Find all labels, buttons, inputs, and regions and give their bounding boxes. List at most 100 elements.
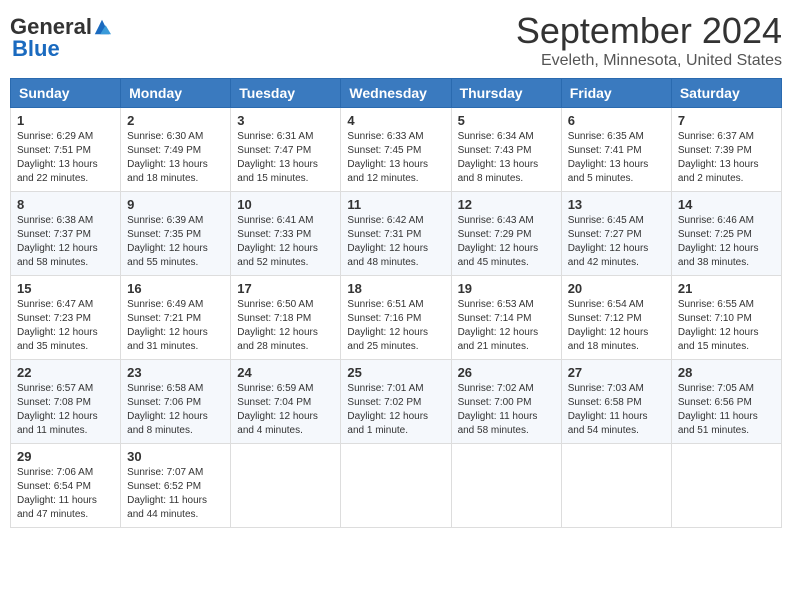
calendar-cell: 5 Sunrise: 6:34 AM Sunset: 7:43 PM Dayli… — [451, 108, 561, 192]
day-number: 29 — [17, 449, 114, 464]
day-info: Sunrise: 6:35 AM Sunset: 7:41 PM Dayligh… — [568, 130, 665, 186]
logo: General Blue — [10, 10, 111, 62]
day-info: Sunrise: 7:06 AM Sunset: 6:54 PM Dayligh… — [17, 466, 114, 522]
calendar-cell — [561, 444, 671, 528]
day-info: Sunrise: 6:57 AM Sunset: 7:08 PM Dayligh… — [17, 382, 114, 438]
col-thursday: Thursday — [451, 79, 561, 108]
logo-icon — [93, 18, 111, 36]
calendar-cell: 1 Sunrise: 6:29 AM Sunset: 7:51 PM Dayli… — [11, 108, 121, 192]
logo-blue-text: Blue — [12, 36, 60, 61]
calendar-week-row: 8 Sunrise: 6:38 AM Sunset: 7:37 PM Dayli… — [11, 192, 782, 276]
calendar-cell: 30 Sunrise: 7:07 AM Sunset: 6:52 PM Dayl… — [121, 444, 231, 528]
col-tuesday: Tuesday — [231, 79, 341, 108]
day-info: Sunrise: 7:07 AM Sunset: 6:52 PM Dayligh… — [127, 466, 224, 522]
day-info: Sunrise: 6:51 AM Sunset: 7:16 PM Dayligh… — [347, 298, 444, 354]
day-info: Sunrise: 6:47 AM Sunset: 7:23 PM Dayligh… — [17, 298, 114, 354]
calendar-cell: 7 Sunrise: 6:37 AM Sunset: 7:39 PM Dayli… — [671, 108, 781, 192]
day-number: 25 — [347, 365, 444, 380]
calendar-cell: 6 Sunrise: 6:35 AM Sunset: 7:41 PM Dayli… — [561, 108, 671, 192]
calendar-cell: 14 Sunrise: 6:46 AM Sunset: 7:25 PM Dayl… — [671, 192, 781, 276]
day-number: 3 — [237, 113, 334, 128]
calendar-cell: 25 Sunrise: 7:01 AM Sunset: 7:02 PM Dayl… — [341, 360, 451, 444]
calendar-cell: 9 Sunrise: 6:39 AM Sunset: 7:35 PM Dayli… — [121, 192, 231, 276]
day-info: Sunrise: 6:50 AM Sunset: 7:18 PM Dayligh… — [237, 298, 334, 354]
calendar-cell: 15 Sunrise: 6:47 AM Sunset: 7:23 PM Dayl… — [11, 276, 121, 360]
calendar-cell: 23 Sunrise: 6:58 AM Sunset: 7:06 PM Dayl… — [121, 360, 231, 444]
calendar-cell: 10 Sunrise: 6:41 AM Sunset: 7:33 PM Dayl… — [231, 192, 341, 276]
calendar-cell — [231, 444, 341, 528]
day-number: 19 — [458, 281, 555, 296]
calendar-body: 1 Sunrise: 6:29 AM Sunset: 7:51 PM Dayli… — [11, 108, 782, 528]
calendar-cell: 12 Sunrise: 6:43 AM Sunset: 7:29 PM Dayl… — [451, 192, 561, 276]
calendar-table: Sunday Monday Tuesday Wednesday Thursday… — [10, 78, 782, 528]
day-info: Sunrise: 6:42 AM Sunset: 7:31 PM Dayligh… — [347, 214, 444, 270]
day-number: 14 — [678, 197, 775, 212]
day-number: 11 — [347, 197, 444, 212]
day-info: Sunrise: 6:29 AM Sunset: 7:51 PM Dayligh… — [17, 130, 114, 186]
location: Eveleth, Minnesota, United States — [516, 52, 782, 70]
calendar-week-row: 29 Sunrise: 7:06 AM Sunset: 6:54 PM Dayl… — [11, 444, 782, 528]
calendar-cell — [451, 444, 561, 528]
calendar-week-row: 22 Sunrise: 6:57 AM Sunset: 7:08 PM Dayl… — [11, 360, 782, 444]
day-number: 2 — [127, 113, 224, 128]
day-number: 17 — [237, 281, 334, 296]
day-number: 13 — [568, 197, 665, 212]
day-info: Sunrise: 6:53 AM Sunset: 7:14 PM Dayligh… — [458, 298, 555, 354]
day-info: Sunrise: 6:30 AM Sunset: 7:49 PM Dayligh… — [127, 130, 224, 186]
day-info: Sunrise: 6:49 AM Sunset: 7:21 PM Dayligh… — [127, 298, 224, 354]
calendar-cell — [341, 444, 451, 528]
day-number: 9 — [127, 197, 224, 212]
day-info: Sunrise: 6:34 AM Sunset: 7:43 PM Dayligh… — [458, 130, 555, 186]
header: General Blue September 2024 Eveleth, Min… — [10, 10, 782, 70]
day-info: Sunrise: 7:01 AM Sunset: 7:02 PM Dayligh… — [347, 382, 444, 438]
day-info: Sunrise: 6:43 AM Sunset: 7:29 PM Dayligh… — [458, 214, 555, 270]
calendar-week-row: 1 Sunrise: 6:29 AM Sunset: 7:51 PM Dayli… — [11, 108, 782, 192]
day-info: Sunrise: 6:58 AM Sunset: 7:06 PM Dayligh… — [127, 382, 224, 438]
day-number: 24 — [237, 365, 334, 380]
calendar-cell: 3 Sunrise: 6:31 AM Sunset: 7:47 PM Dayli… — [231, 108, 341, 192]
day-number: 1 — [17, 113, 114, 128]
col-friday: Friday — [561, 79, 671, 108]
calendar-cell — [671, 444, 781, 528]
day-number: 20 — [568, 281, 665, 296]
calendar-cell: 27 Sunrise: 7:03 AM Sunset: 6:58 PM Dayl… — [561, 360, 671, 444]
day-number: 6 — [568, 113, 665, 128]
col-wednesday: Wednesday — [341, 79, 451, 108]
day-info: Sunrise: 6:45 AM Sunset: 7:27 PM Dayligh… — [568, 214, 665, 270]
day-info: Sunrise: 7:05 AM Sunset: 6:56 PM Dayligh… — [678, 382, 775, 438]
calendar-cell: 17 Sunrise: 6:50 AM Sunset: 7:18 PM Dayl… — [231, 276, 341, 360]
calendar-cell: 8 Sunrise: 6:38 AM Sunset: 7:37 PM Dayli… — [11, 192, 121, 276]
day-number: 22 — [17, 365, 114, 380]
calendar-cell: 22 Sunrise: 6:57 AM Sunset: 7:08 PM Dayl… — [11, 360, 121, 444]
day-info: Sunrise: 6:39 AM Sunset: 7:35 PM Dayligh… — [127, 214, 224, 270]
calendar-cell: 18 Sunrise: 6:51 AM Sunset: 7:16 PM Dayl… — [341, 276, 451, 360]
calendar-cell: 4 Sunrise: 6:33 AM Sunset: 7:45 PM Dayli… — [341, 108, 451, 192]
day-info: Sunrise: 6:33 AM Sunset: 7:45 PM Dayligh… — [347, 130, 444, 186]
col-sunday: Sunday — [11, 79, 121, 108]
calendar-cell: 26 Sunrise: 7:02 AM Sunset: 7:00 PM Dayl… — [451, 360, 561, 444]
day-number: 7 — [678, 113, 775, 128]
day-number: 23 — [127, 365, 224, 380]
day-info: Sunrise: 6:59 AM Sunset: 7:04 PM Dayligh… — [237, 382, 334, 438]
calendar-cell: 20 Sunrise: 6:54 AM Sunset: 7:12 PM Dayl… — [561, 276, 671, 360]
day-info: Sunrise: 6:38 AM Sunset: 7:37 PM Dayligh… — [17, 214, 114, 270]
day-number: 28 — [678, 365, 775, 380]
month-title: September 2024 — [516, 10, 782, 52]
day-number: 18 — [347, 281, 444, 296]
day-number: 8 — [17, 197, 114, 212]
calendar-cell: 24 Sunrise: 6:59 AM Sunset: 7:04 PM Dayl… — [231, 360, 341, 444]
day-number: 30 — [127, 449, 224, 464]
calendar-cell: 16 Sunrise: 6:49 AM Sunset: 7:21 PM Dayl… — [121, 276, 231, 360]
calendar-cell: 21 Sunrise: 6:55 AM Sunset: 7:10 PM Dayl… — [671, 276, 781, 360]
calendar-header-row: Sunday Monday Tuesday Wednesday Thursday… — [11, 79, 782, 108]
calendar-cell: 29 Sunrise: 7:06 AM Sunset: 6:54 PM Dayl… — [11, 444, 121, 528]
day-info: Sunrise: 6:31 AM Sunset: 7:47 PM Dayligh… — [237, 130, 334, 186]
day-info: Sunrise: 7:02 AM Sunset: 7:00 PM Dayligh… — [458, 382, 555, 438]
day-number: 15 — [17, 281, 114, 296]
day-number: 26 — [458, 365, 555, 380]
day-info: Sunrise: 6:55 AM Sunset: 7:10 PM Dayligh… — [678, 298, 775, 354]
calendar-cell: 11 Sunrise: 6:42 AM Sunset: 7:31 PM Dayl… — [341, 192, 451, 276]
day-number: 10 — [237, 197, 334, 212]
calendar-week-row: 15 Sunrise: 6:47 AM Sunset: 7:23 PM Dayl… — [11, 276, 782, 360]
calendar-cell: 2 Sunrise: 6:30 AM Sunset: 7:49 PM Dayli… — [121, 108, 231, 192]
